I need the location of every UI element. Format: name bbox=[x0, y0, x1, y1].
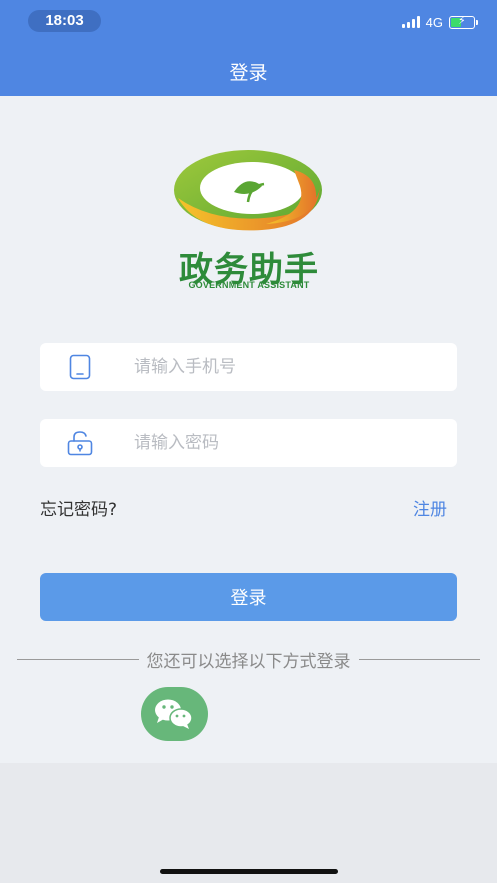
battery-icon: ⚡ bbox=[449, 14, 478, 29]
wechat-login-button[interactable] bbox=[141, 687, 208, 741]
login-screen: 18:03 4G ⚡ 登录 政务助手 GOVERNMENT ASSISTANT … bbox=[0, 0, 497, 883]
page-title: 登录 bbox=[229, 62, 268, 84]
logo-emblem-icon bbox=[174, 150, 322, 231]
wechat-icon bbox=[155, 699, 193, 729]
phone-icon bbox=[67, 354, 93, 380]
logo-name-en: GOVERNMENT ASSISTANT bbox=[188, 280, 310, 290]
signal-icon bbox=[401, 16, 420, 28]
status-time: 18:03 bbox=[28, 10, 101, 32]
divider-line-left bbox=[17, 658, 139, 660]
app-logo: 政务助手 GOVERNMENT ASSISTANT bbox=[168, 146, 330, 294]
forgot-password-link[interactable]: 忘记密码? bbox=[40, 495, 117, 520]
alt-login-divider: 您还可以选择以下方式登录 bbox=[17, 647, 480, 672]
password-field[interactable] bbox=[40, 419, 457, 467]
network-type: 4G bbox=[425, 14, 443, 30]
home-indicator bbox=[160, 869, 338, 874]
status-icons: 4G ⚡ bbox=[401, 14, 478, 30]
phone-input[interactable] bbox=[134, 343, 434, 391]
password-input[interactable] bbox=[134, 419, 434, 467]
alt-login-text: 您还可以选择以下方式登录 bbox=[146, 651, 351, 672]
register-link[interactable]: 注册 bbox=[413, 495, 447, 520]
header-bar: 18:03 4G ⚡ 登录 bbox=[0, 0, 497, 96]
lock-icon bbox=[67, 430, 93, 456]
login-button[interactable]: 登录 bbox=[40, 573, 457, 621]
divider-line-right bbox=[358, 658, 480, 660]
bottom-area bbox=[0, 763, 497, 883]
phone-field[interactable] bbox=[40, 343, 457, 391]
